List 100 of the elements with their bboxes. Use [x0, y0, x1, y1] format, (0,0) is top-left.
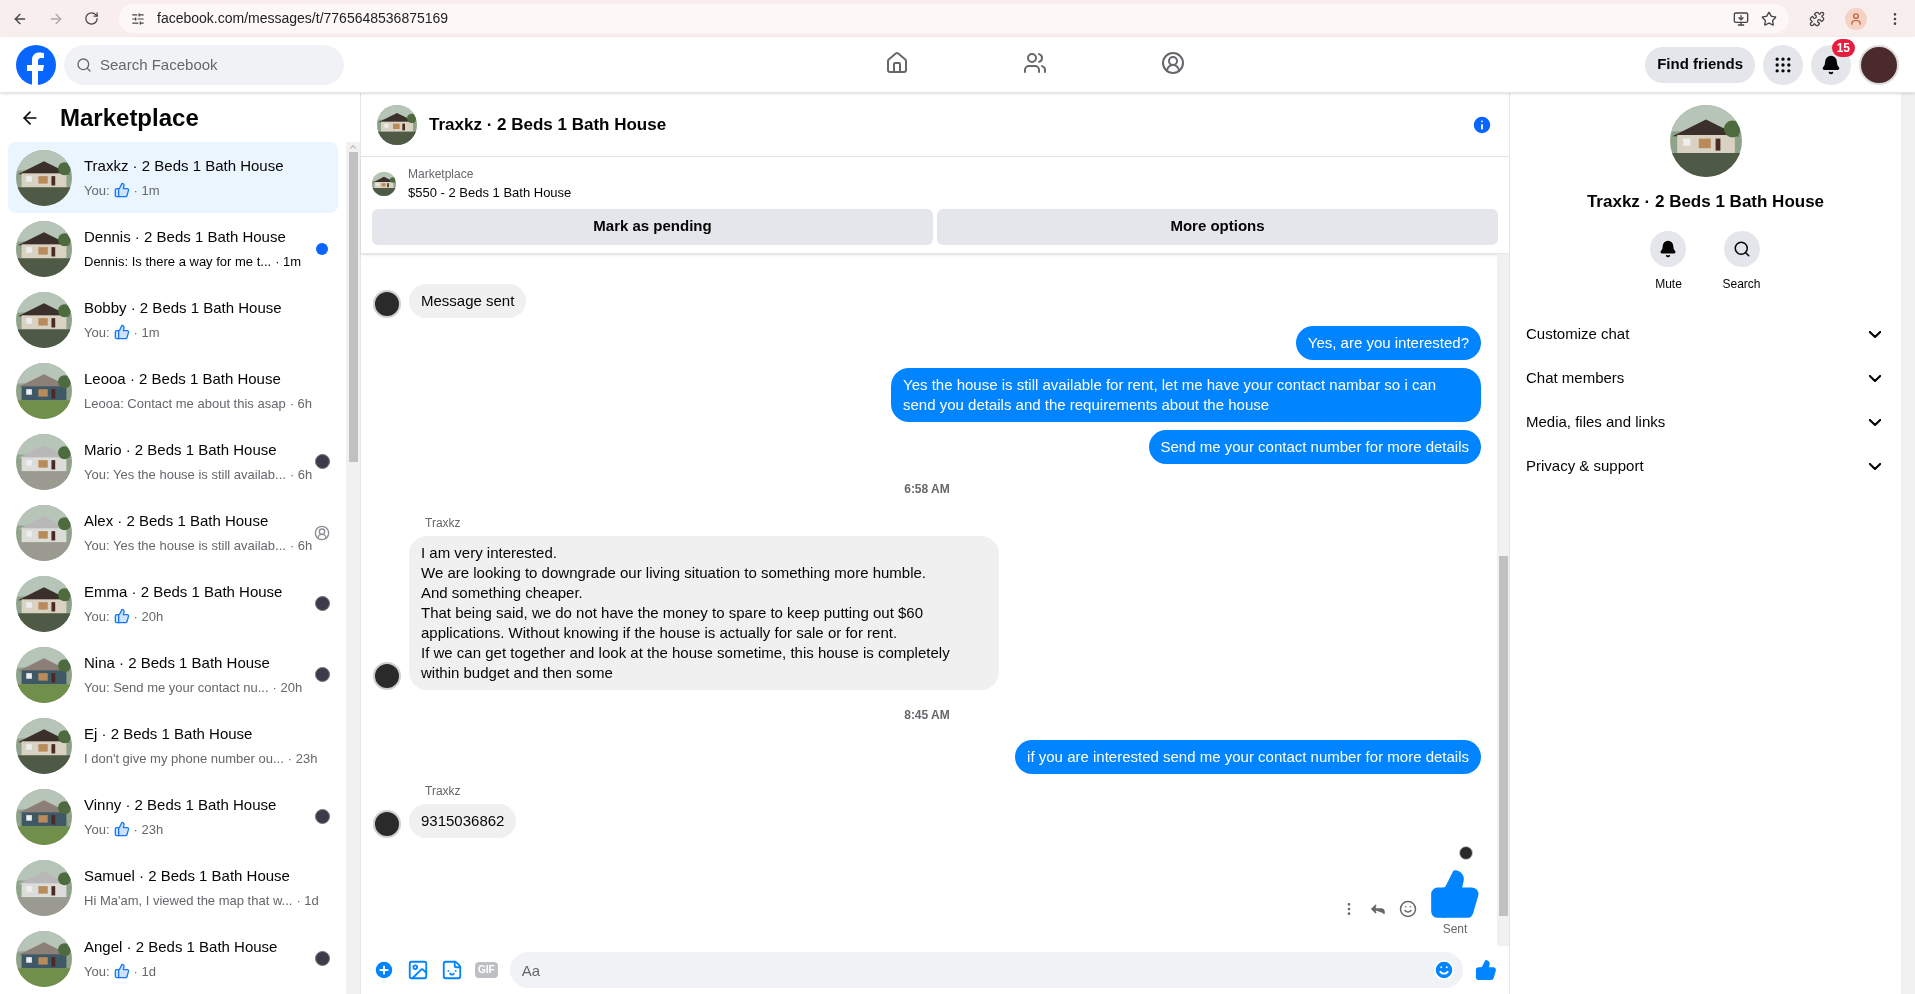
info-section[interactable]: Privacy & support [1526, 444, 1885, 489]
conversation-title: Angel · 2 Beds 1 Bath House [84, 937, 279, 957]
like-icon [113, 963, 130, 980]
incoming-message: 9315036862 [409, 804, 517, 838]
conversation-item[interactable]: Traxkz · 2 Beds 1 Bath House You: · 1m [8, 142, 338, 213]
notification-badge: 15 [1831, 38, 1855, 57]
message-preview: Hi Ma'am, I viewed the map that w... [84, 891, 293, 910]
reload-icon[interactable] [84, 11, 99, 26]
profile-button[interactable] [1845, 7, 1867, 30]
conversation-title: Bobby · 2 Beds 1 Bath House [84, 298, 283, 318]
info-action-button[interactable] [1650, 230, 1687, 267]
sender-name: Traxkz [425, 783, 462, 800]
message-preview: You: Yes the house is still availab... [84, 465, 286, 484]
message-time: · 23h [133, 820, 164, 839]
conversation-title: Samuel · 2 Beds 1 Bath House [84, 866, 291, 886]
info-section[interactable]: Chat members [1526, 356, 1885, 401]
message-time: · 20h [133, 607, 164, 626]
expand-icon [1869, 331, 1881, 338]
info-action-button[interactable] [1723, 230, 1760, 267]
facebook-logo[interactable] [16, 44, 56, 85]
conversation-item[interactable]: Mario · 2 Beds 1 Bath House You: Yes the house is still availab... · 6h [8, 426, 338, 497]
conversation-item[interactable]: Vinny · 2 Beds 1 Bath House You: · 23h [8, 781, 338, 852]
message-time: · 1d [296, 891, 319, 910]
delivery-status: Sent [1442, 921, 1468, 938]
menu-button[interactable] [1763, 44, 1803, 85]
like-icon [113, 608, 130, 625]
read-receipt-avatar [314, 809, 330, 824]
sender-avatar [373, 810, 401, 838]
read-receipt-avatar [314, 454, 330, 469]
message-time: · 6h [289, 394, 313, 413]
listing-source: Marketplace [408, 166, 475, 183]
info-section[interactable]: Customize chat [1526, 312, 1885, 357]
conversation-item[interactable]: Dennis · 2 Beds 1 Bath House Dennis: Is there a way for me t... · 1m [8, 213, 338, 284]
timestamp: 6:58 AM [904, 481, 950, 498]
bell-icon [1821, 54, 1841, 75]
message-preview: You: Yes the house is still availab... [84, 536, 286, 555]
like-button-icon[interactable] [1475, 959, 1497, 981]
message-time: · 1m [275, 252, 302, 271]
scrollbar[interactable] [346, 142, 360, 994]
conversation-item[interactable]: Alex · 2 Beds 1 Bath House You: Yes the house is still availab... · 6h [8, 497, 338, 568]
conversation-item[interactable]: Ej · 2 Beds 1 Bath House I don't give my phone number ou... · 23h [8, 710, 338, 781]
listing-action-button[interactable]: Mark as pending [372, 208, 933, 245]
site-settings-icon[interactable] [131, 11, 145, 26]
conversation-item[interactable]: Angel · 2 Beds 1 Bath House You: · 1d [8, 923, 338, 994]
conversation-title: Nina · 2 Beds 1 Bath House [84, 653, 271, 673]
info-section[interactable]: Media, files and links [1526, 400, 1885, 445]
outgoing-message: Send me your contact number for more details [1148, 430, 1481, 464]
conversation-title: Dennis · 2 Beds 1 Bath House [84, 227, 287, 247]
message-time: · 1d [133, 962, 156, 981]
message-time: · 6h [289, 536, 313, 555]
conversation-item[interactable]: Leooa · 2 Beds 1 Bath House Leooa: Contact me about this asap · 6h [8, 355, 338, 426]
scrollbar-thumb[interactable] [348, 152, 358, 462]
profile-avatar[interactable] [1859, 44, 1899, 85]
info-action-label: Search [1722, 275, 1761, 293]
react-icon[interactable] [1399, 900, 1417, 918]
outgoing-message: Yes, are you interested? [1295, 326, 1481, 360]
message-preview: You: [84, 323, 110, 342]
read-receipt-avatar [314, 951, 330, 966]
scrollbar-thumb[interactable] [1498, 556, 1508, 916]
outgoing-message: Yes the house is still available for rent, let me have your contact nambar so i can send you details and the requirements about the house [891, 368, 1481, 422]
notifications-button[interactable] [1811, 44, 1851, 85]
search-field[interactable]: Search Facebook [64, 44, 344, 85]
groups-icon [1160, 51, 1185, 75]
message-preview: You: [84, 820, 110, 839]
conversation-title: Alex · 2 Beds 1 Bath House [84, 511, 270, 531]
scrollbar[interactable] [1497, 253, 1509, 946]
like-icon [113, 821, 130, 838]
page-scrollbar[interactable] [1901, 93, 1915, 994]
add-icon[interactable] [373, 959, 395, 981]
message-preview: You: Send me your contact nu... [84, 678, 269, 697]
sidebar-title: Marketplace [60, 102, 199, 133]
message-input[interactable]: Aa [509, 952, 1463, 988]
conversation-title: Leooa · 2 Beds 1 Bath House [84, 369, 282, 389]
read-receipt-avatar [314, 524, 330, 541]
like-icon [1429, 868, 1481, 920]
address-bar[interactable]: facebook.com/messages/t/7765648536875169 [119, 4, 1789, 33]
conversation-item[interactable]: Nina · 2 Beds 1 Bath House You: Send me your contact nu... · 20h [8, 639, 338, 710]
listing-action-button[interactable]: More options [937, 208, 1498, 245]
install-icon[interactable] [1733, 10, 1749, 27]
bell-icon [1659, 239, 1678, 258]
extensions-icon[interactable] [1809, 10, 1825, 27]
info-action-label: Mute [1655, 275, 1682, 293]
message-time: · 23h [287, 749, 318, 768]
emoji-icon[interactable] [1433, 959, 1455, 981]
conversation-item[interactable]: Bobby · 2 Beds 1 Bath House You: · 1m [8, 284, 338, 355]
message-time: · 20h [272, 678, 303, 697]
bookmark-icon[interactable] [1761, 10, 1777, 27]
incoming-message: I am very interested. We are looking to downgrade our living situation to something more humble. And something cheaper. That being said, we do not have the money to spare to keep putting out $60 applications. Without knowing if the house is actually for sale or for rent. If we can get together and look at the house sometime, this house is completely within budget and then some [409, 536, 999, 690]
seen-avatar [1459, 846, 1473, 860]
find-friends-button[interactable]: Find friends [1645, 46, 1755, 83]
expand-icon [1869, 375, 1881, 382]
outgoing-message: if you are interested send me your contact number for more details [1015, 740, 1481, 774]
info-icon[interactable] [1471, 113, 1493, 136]
conversation-title: Emma · 2 Beds 1 Bath House [84, 582, 284, 602]
conversation-item[interactable]: Samuel · 2 Beds 1 Bath House Hi Ma'am, I viewed the map that w... · 1d [8, 852, 338, 923]
incoming-message: Message sent [409, 284, 527, 318]
photo-icon[interactable] [407, 959, 429, 981]
conversation-item[interactable]: Emma · 2 Beds 1 Bath House You: · 20h [8, 568, 338, 639]
person-icon [1849, 11, 1863, 26]
sticker-icon[interactable] [441, 959, 463, 981]
